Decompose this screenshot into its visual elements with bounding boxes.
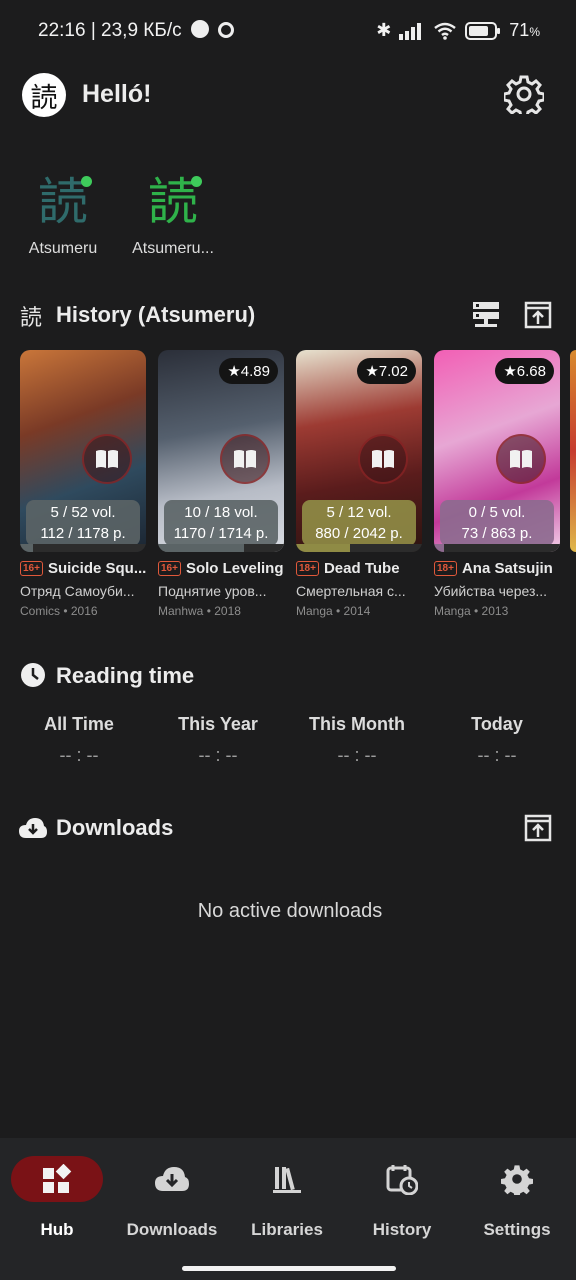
progress-bar [296,544,422,552]
source-item[interactable]: 読 Atsumeru [8,170,118,258]
rating-badge: ★6.68 [495,358,554,384]
libraries-icon[interactable] [241,1156,333,1202]
progress-label: 10 / 18 vol. 1170 / 1714 p. [164,500,278,546]
bluetooth-icon: ✱ [376,20,392,40]
status-time: 22:16 | 23,9 КБ/с [38,20,235,42]
age-rating-badge: 16+ [20,561,43,576]
settings-gear-icon[interactable] [504,74,544,114]
history-card[interactable]: ★7.02 5 / 12 vol. 880 / 2042 p. 18+ Dead T… [296,350,422,618]
app-logo: 読 [22,73,66,117]
progress-bar [434,544,560,552]
history-icon[interactable] [356,1156,448,1202]
source-item[interactable]: 読 Atsumeru... [118,170,228,258]
card-meta: Comics • 2016 [20,604,98,618]
card-subtitle: Смертельная с... [296,583,406,599]
card-title-row: 18+ Ana Satsujin [434,560,560,577]
rating-badge: ★7.02 [357,358,416,384]
open-external-icon[interactable] [524,301,552,329]
card-meta: Manga • 2013 [434,604,509,618]
open-downloads-icon[interactable] [524,814,552,842]
reading-time-value: -- : -- [337,745,377,765]
cloud-download-icon[interactable] [126,1156,218,1202]
reading-time-value: -- : -- [477,745,517,765]
nav-settings[interactable]: Settings [462,1156,572,1240]
card-meta: Manhwa • 2018 [158,604,241,618]
read-book-icon[interactable] [220,434,270,484]
battery-level: 71 [509,20,530,40]
greeting-title: Helló! [82,80,152,108]
home-indicator[interactable] [182,1266,396,1271]
history-card[interactable]: 5 / 52 vol. 112 / 1178 p. 16+ Suicide Squ.… [20,350,146,618]
online-indicator [191,176,202,187]
nav-history[interactable]: History [347,1156,457,1240]
wifi-icon [434,22,457,40]
card-title: Solo Leveling [185,560,284,577]
bottom-navigation: Hub Downloads Libraries History Settings [0,1138,576,1280]
card-title: Dead Tube [323,560,400,577]
nav-hub[interactable]: Hub [2,1156,112,1240]
nav-libraries[interactable]: Libraries [232,1156,342,1240]
server-list-icon[interactable] [472,300,500,330]
signal-icon [399,22,422,40]
history-card[interactable]: ★4.89 10 / 18 vol. 1170 / 1714 p. 16+ Solo… [158,350,284,618]
downloads-title: Downloads [56,815,174,840]
card-title-row: 16+ Suicide Squ... [20,560,146,577]
age-rating-badge: 18+ [296,561,319,576]
source-name: Atsumeru [28,240,98,257]
progress-label: 5 / 52 vol. 112 / 1178 p. [26,500,140,546]
history-title: History (Atsumeru) [56,302,256,327]
age-rating-badge: 16+ [158,561,181,576]
source-logo-icon: 読 [148,170,202,234]
card-title-row: 18+ Dead Tube [296,560,422,577]
online-indicator [81,176,92,187]
card-meta: Manga • 2014 [296,604,371,618]
source-name: Atsumeru... [132,240,214,257]
media-status-icon [190,20,209,38]
nav-downloads[interactable]: Downloads [117,1156,227,1240]
reading-time-today: Today -- : -- [427,714,567,766]
cloud-download-icon [19,818,47,838]
circle-status-icon [218,22,235,38]
clock-icon [21,663,45,687]
cover-image[interactable]: ★4.89 10 / 18 vol. 1170 / 1714 p. [158,350,284,552]
cover-image[interactable]: ★6.68 0 / 5 vol. 73 / 863 p. [434,350,560,552]
cover-image[interactable]: 5 / 52 vol. 112 / 1178 p. [20,350,146,552]
progress-label: 5 / 12 vol. 880 / 2042 p. [302,500,416,546]
cover-image[interactable]: ★7.02 5 / 12 vol. 880 / 2042 p. [296,350,422,552]
card-title-row: 16+ Solo Leveling [158,560,284,577]
reading-time-value: -- : -- [59,745,99,765]
reading-time-month: This Month -- : -- [287,714,427,766]
reading-time-year: This Year -- : -- [148,714,288,766]
history-card[interactable]: ★6.68 0 / 5 vol. 73 / 863 p. 18+ Ana Satsu… [434,350,560,618]
read-book-icon[interactable] [82,434,132,484]
reading-time-title: Reading time [56,663,195,688]
read-book-icon[interactable] [496,434,546,484]
rating-badge: ★4.89 [219,358,278,384]
status-icons: ✱ 71% [376,20,540,40]
card-subtitle: Убийства через... [434,583,548,599]
reading-time-value: -- : -- [198,745,238,765]
card-subtitle: Поднятие уров... [158,583,267,599]
history-card-partial[interactable] [570,350,576,552]
progress-bar [20,544,146,552]
gear-icon[interactable] [471,1156,563,1202]
card-title: Suicide Squ... [47,560,146,577]
card-title: Ana Satsujin [461,560,553,577]
progress-label: 0 / 5 vol. 73 / 863 p. [440,500,554,546]
read-book-icon[interactable] [358,434,408,484]
battery-icon [465,21,501,40]
card-subtitle: Отряд Самоуби... [20,583,135,599]
no-downloads-message: No active downloads [197,900,383,922]
reading-time-all: All Time -- : -- [9,714,149,766]
age-rating-badge: 18+ [434,561,457,576]
source-logo-icon: 読 [38,170,92,234]
progress-bar [158,544,284,552]
hub-icon[interactable] [11,1156,103,1202]
history-section-icon: 読 [20,306,43,331]
